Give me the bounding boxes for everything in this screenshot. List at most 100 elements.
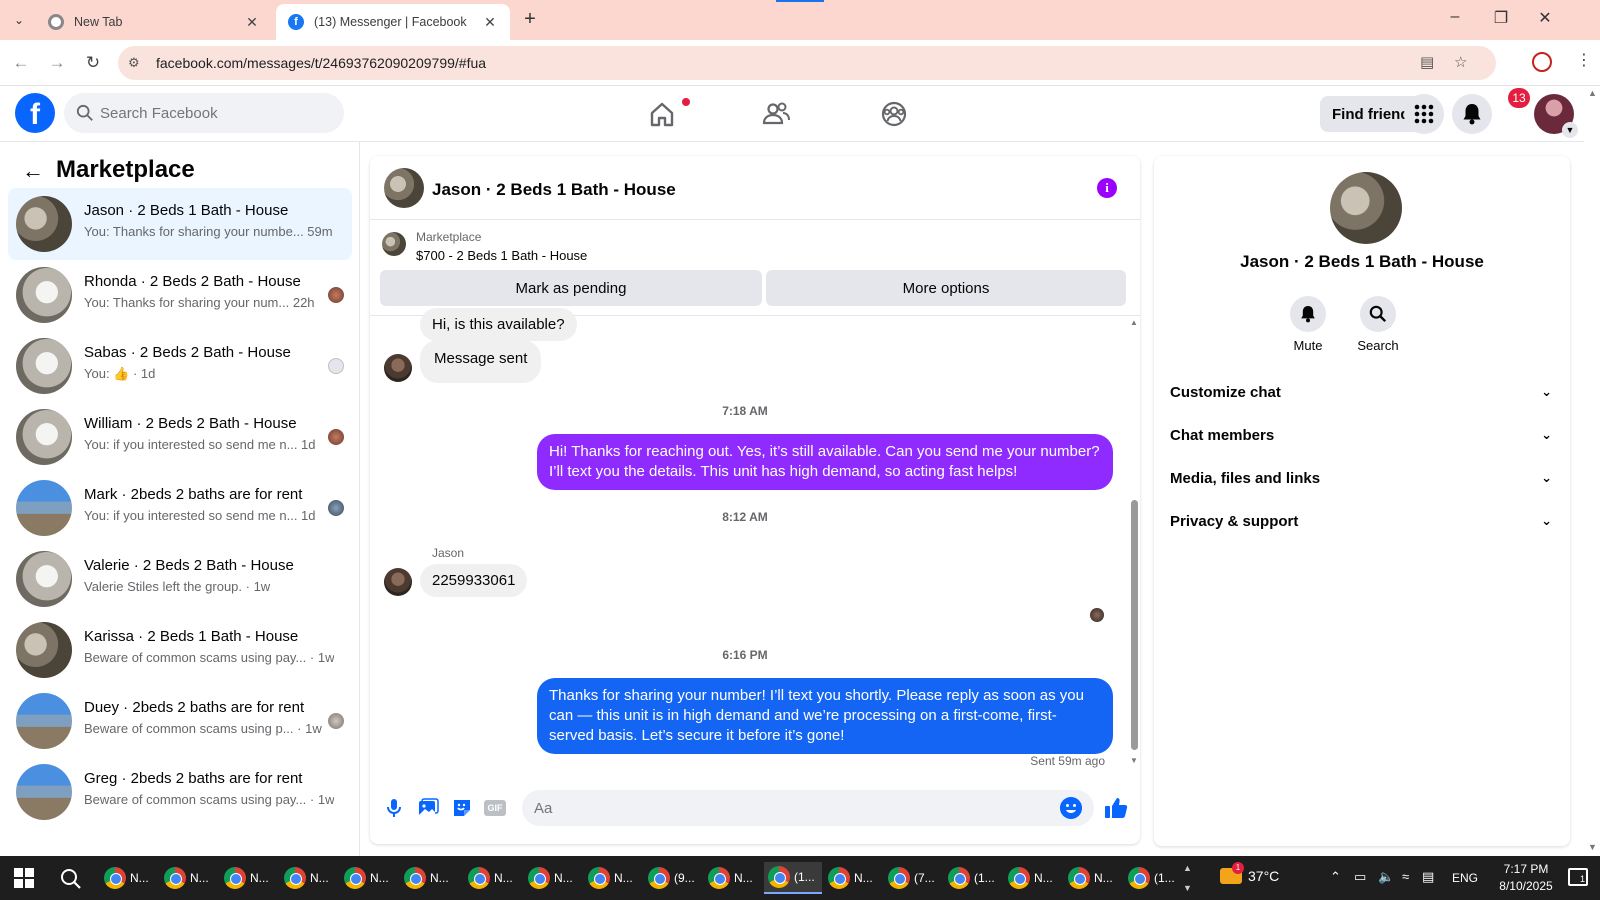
bookmark-star-icon[interactable]: ☆ bbox=[1454, 53, 1467, 71]
menu-grid-button[interactable] bbox=[1404, 94, 1444, 134]
chat-members-row[interactable]: Chat members ⌄ bbox=[1162, 415, 1562, 455]
taskbar-chrome-window[interactable]: N... bbox=[100, 862, 158, 894]
taskbar-window-label: N... bbox=[250, 871, 269, 885]
conversation-item[interactable]: Karissa · 2 Beds 1 Bath - House Beware o… bbox=[8, 614, 352, 686]
network-icon[interactable]: ▤ bbox=[1422, 869, 1434, 885]
emoji-icon[interactable] bbox=[1060, 797, 1082, 819]
chat-avatar[interactable] bbox=[384, 168, 424, 208]
taskbar-chrome-window[interactable]: N... bbox=[1004, 862, 1062, 894]
minimize-icon[interactable]: – bbox=[1440, 8, 1470, 26]
browser-menu-icon[interactable]: ⋮ bbox=[1576, 50, 1592, 70]
gif-icon[interactable]: GIF bbox=[484, 800, 506, 816]
page-scrollbar[interactable]: ▲ ▼ bbox=[1586, 86, 1600, 856]
conversation-item[interactable]: Sabas · 2 Beds 2 Bath - House You: 👍 · 1… bbox=[8, 330, 352, 402]
photo-icon[interactable] bbox=[416, 796, 440, 820]
chat-scrollbar[interactable]: ▲ ▼ bbox=[1128, 316, 1140, 776]
windows-start-icon[interactable] bbox=[14, 868, 34, 888]
more-options-button[interactable]: More options bbox=[766, 270, 1126, 306]
tab-messenger[interactable]: f (13) Messenger | Facebook ✕ bbox=[276, 4, 510, 40]
notifications-button[interactable] bbox=[1452, 94, 1492, 134]
sender-avatar bbox=[384, 354, 412, 382]
thumbs-up-icon[interactable] bbox=[1102, 794, 1130, 822]
install-app-icon[interactable]: ▤ bbox=[1420, 53, 1434, 71]
forward-icon[interactable]: → bbox=[46, 52, 68, 74]
taskbar-chrome-window[interactable]: N... bbox=[704, 862, 762, 894]
mute-button[interactable]: Mute bbox=[1278, 296, 1338, 353]
back-icon[interactable]: ← bbox=[10, 52, 32, 74]
conversation-item[interactable]: William · 2 Beds 2 Bath - House You: if … bbox=[8, 401, 352, 473]
mark-as-pending-button[interactable]: Mark as pending bbox=[380, 270, 762, 306]
sticker-icon[interactable] bbox=[450, 796, 474, 820]
address-bar[interactable]: ⚙ facebook.com/messages/t/24693762090209… bbox=[118, 46, 1496, 80]
scroll-up-arrow-icon[interactable]: ▲ bbox=[1130, 318, 1138, 327]
conversation-item[interactable]: Mark · 2beds 2 baths are for rent You: i… bbox=[8, 472, 352, 544]
close-tab-icon[interactable]: ✕ bbox=[482, 14, 498, 31]
system-clock[interactable]: 7:17 PM 8/10/2025 bbox=[1486, 861, 1566, 895]
wifi-icon[interactable]: ≈ bbox=[1402, 869, 1409, 884]
notification-center-icon[interactable]: 1 bbox=[1568, 868, 1588, 886]
scroll-down-arrow-icon[interactable]: ▼ bbox=[1130, 756, 1138, 765]
customize-chat-row[interactable]: Customize chat ⌄ bbox=[1162, 372, 1562, 412]
scroll-thumb[interactable] bbox=[1131, 500, 1138, 750]
conversation-item[interactable]: Duey · 2beds 2 baths are for rent Beware… bbox=[8, 685, 352, 757]
taskbar-chrome-window[interactable]: N... bbox=[824, 862, 882, 894]
taskbar-window-label: N... bbox=[310, 871, 329, 885]
chrome-icon bbox=[528, 867, 550, 889]
taskbar-chrome-window[interactable]: N... bbox=[340, 862, 398, 894]
taskbar-chrome-window[interactable]: N... bbox=[280, 862, 338, 894]
search-icon[interactable] bbox=[60, 868, 82, 890]
media-files-links-row[interactable]: Media, files and links ⌄ bbox=[1162, 458, 1562, 498]
groups-icon[interactable] bbox=[876, 96, 912, 132]
taskbar-chrome-window[interactable]: N... bbox=[400, 862, 458, 894]
taskbar-chrome-window[interactable]: N... bbox=[160, 862, 218, 894]
search-input[interactable] bbox=[100, 93, 330, 133]
site-info-icon[interactable]: ⚙ bbox=[128, 55, 140, 71]
new-tab-plus-icon[interactable]: + bbox=[518, 8, 542, 31]
taskbar-chrome-window[interactable]: N... bbox=[464, 862, 522, 894]
tray-chevron-up-icon[interactable]: ⌃ bbox=[1330, 869, 1341, 885]
tab-search-chevron-icon[interactable]: ⌄ bbox=[8, 10, 30, 30]
microphone-icon[interactable] bbox=[382, 796, 406, 820]
chat-title[interactable]: Jason · 2 Beds 1 Bath - House bbox=[432, 180, 676, 200]
taskbar-chrome-window[interactable]: (9... bbox=[644, 862, 702, 894]
conversation-item[interactable]: Valerie · 2 Beds 2 Bath - House Valerie … bbox=[8, 543, 352, 615]
sidebar-title: Marketplace bbox=[56, 156, 195, 183]
info-icon[interactable]: i bbox=[1097, 178, 1117, 198]
maximize-icon[interactable]: ❐ bbox=[1486, 8, 1516, 28]
chat-details-avatar[interactable] bbox=[1330, 172, 1402, 244]
search-conversation-button[interactable]: Search bbox=[1348, 296, 1408, 353]
browser-profile-icon[interactable] bbox=[1532, 52, 1552, 72]
taskbar-chrome-window[interactable]: N... bbox=[1064, 862, 1122, 894]
scroll-up-arrow-icon[interactable]: ▲ bbox=[1588, 88, 1597, 98]
scroll-down-arrow-icon[interactable]: ▼ bbox=[1588, 842, 1597, 852]
facebook-logo-icon[interactable]: f bbox=[15, 93, 55, 133]
home-icon[interactable] bbox=[644, 96, 680, 132]
account-avatar[interactable]: ▼ bbox=[1534, 94, 1578, 138]
taskbar-chrome-window[interactable]: N... bbox=[584, 862, 642, 894]
taskbar-chrome-window[interactable]: (1... bbox=[944, 862, 1002, 894]
url-text[interactable]: facebook.com/messages/t/2469376209020979… bbox=[156, 55, 486, 71]
volume-icon[interactable]: 🔈 bbox=[1378, 869, 1394, 885]
conversation-item[interactable]: Jason · 2 Beds 1 Bath - House You: Thank… bbox=[8, 188, 352, 260]
weather-widget[interactable]: 1 37°C bbox=[1220, 862, 1279, 884]
facebook-search[interactable] bbox=[64, 93, 344, 133]
friends-icon[interactable] bbox=[758, 96, 794, 132]
taskbar-chrome-window[interactable]: (7... bbox=[884, 862, 942, 894]
taskbar-chrome-window[interactable]: N... bbox=[524, 862, 582, 894]
listing-price[interactable]: $700 - 2 Beds 1 Bath - House bbox=[416, 248, 587, 263]
close-window-icon[interactable]: ✕ bbox=[1530, 8, 1560, 28]
back-arrow-icon[interactable]: ← bbox=[22, 158, 44, 184]
taskbar-overflow-arrows[interactable]: ▲ ▼ bbox=[1183, 858, 1192, 898]
close-tab-icon[interactable]: ✕ bbox=[244, 14, 260, 31]
tab-new-tab[interactable]: New Tab ✕ bbox=[36, 4, 272, 40]
language-indicator[interactable]: ENG bbox=[1452, 871, 1478, 885]
taskbar-chrome-window-active[interactable]: (1... bbox=[764, 862, 822, 894]
message-input[interactable] bbox=[522, 790, 1094, 826]
taskbar-chrome-window[interactable]: (1... bbox=[1124, 862, 1182, 894]
battery-icon[interactable]: ▭ bbox=[1354, 869, 1366, 885]
reload-icon[interactable]: ↻ bbox=[82, 52, 104, 74]
conversation-item[interactable]: Rhonda · 2 Beds 2 Bath - House You: Than… bbox=[8, 259, 352, 331]
conversation-item[interactable]: Greg · 2beds 2 baths are for rent Beware… bbox=[8, 756, 352, 828]
privacy-support-row[interactable]: Privacy & support ⌄ bbox=[1162, 501, 1562, 541]
taskbar-chrome-window[interactable]: N... bbox=[220, 862, 278, 894]
